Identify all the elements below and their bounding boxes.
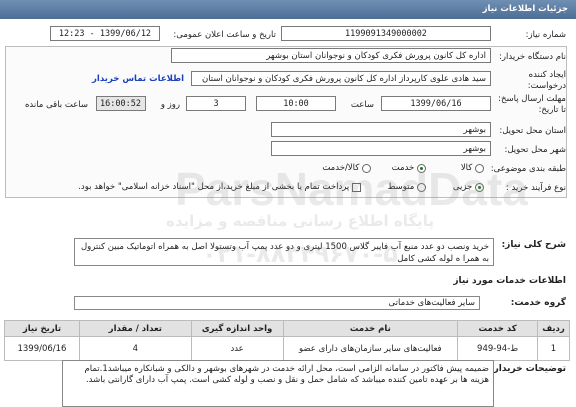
radio-selected-icon[interactable] [417,163,426,173]
need-number-label: شماره نیاز: [525,30,566,40]
cell-qty: 4 [78,336,192,361]
creator-label-2: درخواست: [527,81,566,91]
process-option-medium[interactable]: متوسط [388,182,426,193]
col-date: تاریخ نیاز [4,320,80,337]
radio-icon[interactable] [417,182,426,192]
radio-icon[interactable] [475,163,484,173]
province-label: استان محل تحویل: [499,126,566,136]
city-field[interactable]: بوشهر [271,141,491,156]
process-label: نوع فرآیند خرید : [505,183,566,193]
need-number-field[interactable]: 1199091349000002 [281,26,491,41]
treasury-payment-checkbox[interactable]: پرداخت تمام یا بخشی از مبلغ خرید،از محل … [78,182,361,193]
category-option-service[interactable]: خدمت [392,163,426,174]
service-group-field[interactable]: سایر فعالیت‌های خدماتی [74,296,480,310]
process-option-minor[interactable]: جزیی [453,182,484,193]
province-field[interactable]: بوشهر [271,122,491,137]
buyer-notes-label: توضیحات خریدار: [490,364,566,374]
col-qty: تعداد / مقدار [78,320,192,337]
category-option-goods[interactable]: کالا [461,163,484,174]
col-name: نام خدمت [282,320,459,337]
remaining-time-field: 16:00:52 [96,96,146,111]
col-row: ردیف [537,320,570,337]
creator-field[interactable]: سید هادی علوی کارپرداز اداره کل کانون پر… [191,71,491,86]
table-row[interactable]: 1 ط-94-949 فعالیت‌های سایر سازمان‌های دا… [4,336,570,361]
buyer-notes-text: ضمیمه پیش فاکتور در سامانه الزامی است، م… [62,360,494,407]
cell-row: 1 [537,336,570,361]
col-code: کد خدمت [457,320,539,337]
checkbox-icon[interactable] [352,182,361,192]
city-label: شهر محل تحویل: [504,145,566,155]
radio-selected-icon[interactable] [475,182,484,192]
days-remaining-field[interactable]: 3 [186,96,246,111]
col-unit: واحد اندازه گیری [190,320,284,337]
creator-label: ایجاد کننده [528,70,566,80]
announce-date-label: تاریخ و ساعت اعلان عمومی: [173,30,276,40]
deadline-hour-label: ساعت [350,100,374,110]
cell-name: فعالیت‌های سایر سازمان‌های دارای عضو [282,336,459,361]
deadline-time-field[interactable]: 10:00 [256,96,336,111]
deadline-date-label: تا تاریخ: [538,105,566,115]
services-table: ردیف کد خدمت نام خدمت واحد اندازه گیری ت… [4,320,570,361]
description-text: خرید ونصب دو عدد منبع آب فایبر گلاس 1500… [74,238,494,266]
announce-date-field[interactable]: 1399/06/12 - 12:23 [50,26,160,41]
page-title: جزئیات اطلاعات نیاز [482,4,568,14]
services-section-title: اطلاعات خدمات مورد نیاز [453,276,566,286]
remaining-time-label: ساعت باقی مانده [24,100,88,110]
buyer-label: نام دستگاه خریدار: [499,52,566,62]
table-header-row: ردیف کد خدمت نام خدمت واحد اندازه گیری ت… [4,320,570,337]
description-label: شرح کلی نیاز: [501,240,566,250]
service-group-label: گروه خدمت: [510,298,566,308]
buyer-contact-link[interactable]: اطلاعات تماس خریدار [92,74,184,84]
deadline-date-field[interactable]: 1399/06/16 [381,96,491,111]
buyer-field[interactable]: اداره کل کانون پرورش فکری کودکان و نوجوا… [171,48,491,63]
deadline-label: مهلت ارسال پاسخ: [498,94,566,104]
watermark-subtitle: پایگاه اطلاع رسانی مناقصه و مزایده [166,212,434,231]
category-label: طبقه بندی موضوعی: [490,164,566,174]
category-option-goods-service[interactable]: کالا/خدمت [322,163,371,174]
page-header: جزئیات اطلاعات نیاز [0,0,576,19]
cell-code: ط-94-949 [457,336,539,361]
cell-unit: عدد [190,336,284,361]
cell-date: 1399/06/16 [4,336,80,361]
days-label: روز و [160,100,180,110]
radio-icon[interactable] [362,163,371,173]
